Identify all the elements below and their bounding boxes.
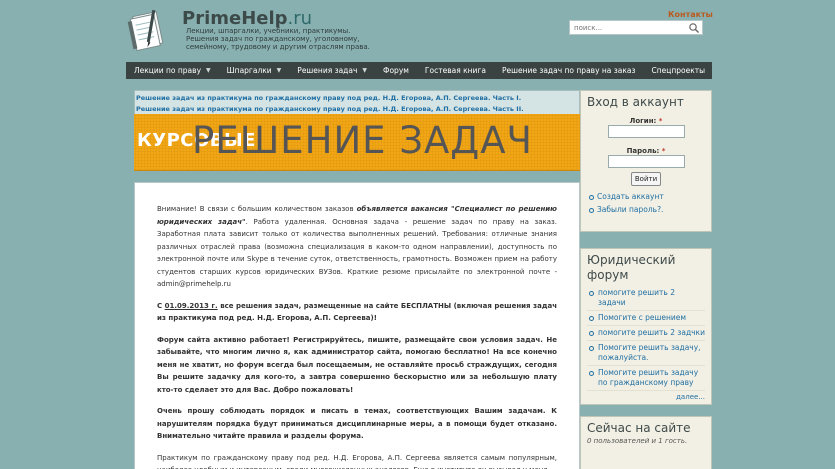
text: С bbox=[157, 301, 165, 310]
main-content: Внимание! В связи с большим количеством … bbox=[134, 182, 580, 469]
nav-label: Лекции по праву bbox=[134, 66, 202, 75]
nav-item-cheatsheets[interactable]: Шпаргалки ▼ bbox=[219, 62, 290, 79]
practicum-paragraph: Практикум по гражданскому праву под ред.… bbox=[157, 453, 557, 469]
news-link-part1[interactable]: Решение задач из практикума по гражданск… bbox=[136, 93, 578, 104]
nav-label: Спецпроекты bbox=[651, 66, 706, 75]
chevron-down-icon: ▼ bbox=[276, 67, 282, 74]
contacts-link[interactable]: Контакты bbox=[668, 10, 713, 19]
password-field[interactable] bbox=[607, 155, 685, 168]
site-title[interactable]: PrimeHelp.ru bbox=[182, 8, 312, 29]
forum-more-link[interactable]: далее... bbox=[587, 393, 705, 401]
forum-topic-link[interactable]: Помогите решить задачу по гражданскому п… bbox=[587, 366, 705, 391]
online-count-text: 0 пользователей и 1 гость. bbox=[587, 437, 688, 445]
forgot-password-link[interactable]: Забыли пароль?. bbox=[587, 203, 705, 216]
forum-topic-link[interactable]: Помогите с решением bbox=[587, 311, 705, 326]
forum-topic-link[interactable]: Помогите решить задачу, пожалуйста. bbox=[587, 341, 705, 366]
nav-item-order[interactable]: Решение задач по праву на заказ bbox=[494, 62, 644, 79]
banner-big-text: РЕШЕНИЕ ЗАДАЧ bbox=[192, 119, 533, 162]
vacancy-paragraph: Внимание! В связи с большим количеством … bbox=[157, 203, 557, 291]
nav-item-forum[interactable]: Форум bbox=[375, 62, 417, 79]
rules-paragraph: Очень прошу соблюдать порядок и писать в… bbox=[157, 407, 557, 440]
forum-block: Юридический форум помогите решить 2 зада… bbox=[580, 248, 712, 405]
chevron-down-icon: ▼ bbox=[362, 67, 368, 74]
password-label: Пароль: * bbox=[587, 147, 705, 155]
nav-item-solutions[interactable]: Решения задач ▼ bbox=[289, 62, 375, 79]
required-mark: * bbox=[661, 147, 666, 155]
login-button[interactable]: Войти bbox=[631, 172, 661, 186]
chevron-down-icon: ▼ bbox=[206, 67, 211, 74]
label-text: Логин: bbox=[629, 117, 657, 125]
nav-item-special[interactable]: Спецпроекты bbox=[644, 62, 714, 79]
nav-item-lectures[interactable]: Лекции по праву ▼ bbox=[126, 62, 219, 79]
search-input[interactable] bbox=[570, 23, 688, 32]
forum-title: Юридический форум bbox=[587, 253, 676, 282]
notebook-logo-icon bbox=[127, 9, 164, 52]
text: все решения задач, размещенные на сайте … bbox=[157, 301, 558, 323]
login-field[interactable] bbox=[607, 125, 685, 138]
search-icon[interactable] bbox=[688, 22, 700, 34]
site-tagline: Лекции, шпаргалки, учебники, практикумы.… bbox=[186, 27, 370, 51]
nav-label: Шпаргалки bbox=[226, 66, 272, 75]
text: . Работа удаленная. Основная задача - ре… bbox=[157, 217, 557, 289]
login-title: Вход в аккаунт bbox=[587, 95, 684, 109]
required-mark: * bbox=[658, 117, 663, 125]
nav-label: Гостевая книга bbox=[424, 66, 486, 75]
free-solutions-paragraph: С 01.09.2013 г. все решения задач, разме… bbox=[157, 300, 557, 325]
main-nav: Лекции по праву ▼ Шпаргалки ▼ Решения зада… bbox=[126, 62, 712, 79]
nav-label: Решения задач bbox=[297, 66, 358, 75]
create-account-link[interactable]: Создать аккаунт bbox=[587, 190, 705, 203]
online-title: Сейчас на сайте bbox=[587, 421, 691, 435]
login-block: Вход в аккаунт Логин: * Пароль: * Войти … bbox=[580, 90, 712, 232]
nav-label: Форум bbox=[383, 66, 409, 75]
date: 01.09.2013 г. bbox=[164, 301, 218, 310]
label-text: Пароль: bbox=[626, 147, 660, 155]
nav-label: Решение задач по праву на заказ bbox=[501, 66, 636, 75]
site-tld[interactable]: .ru bbox=[288, 8, 313, 29]
nav-item-guestbook[interactable]: Гостевая книга bbox=[417, 62, 494, 79]
login-label: Логин: * bbox=[587, 117, 705, 125]
forum-topic-link[interactable]: помогите решить 2 задачи bbox=[587, 286, 705, 311]
site-name[interactable]: PrimeHelp bbox=[182, 8, 288, 29]
online-block: Сейчас на сайте 0 пользователей и 1 гост… bbox=[580, 416, 712, 469]
search-box bbox=[569, 20, 703, 35]
text: Внимание! В связи с большим количеством … bbox=[157, 205, 357, 213]
forum-paragraph: Форум сайта активно работает! Регистриру… bbox=[157, 335, 557, 394]
promo-banner[interactable]: КУРСОВЫЕ РЕШЕНИЕ ЗАДАЧ bbox=[134, 114, 580, 171]
forum-topic-link[interactable]: помогите решить 2 задчки bbox=[587, 326, 705, 341]
news-box: Решение задач из практикума по гражданск… bbox=[134, 90, 580, 117]
